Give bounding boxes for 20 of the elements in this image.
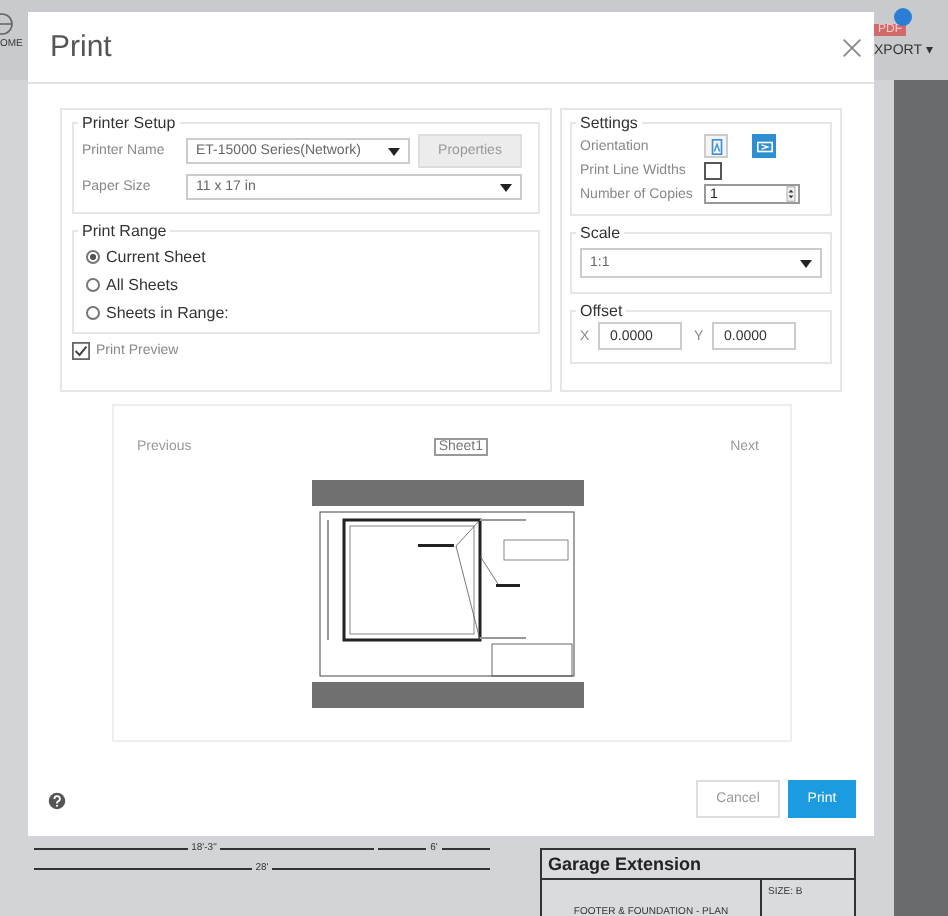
radio-option[interactable]: All Sheets — [82, 270, 530, 298]
line-widths-checkbox[interactable] — [704, 162, 722, 180]
spinner-icon[interactable] — [786, 186, 796, 202]
checkbox-icon[interactable] — [72, 342, 90, 360]
group-title: Scale — [578, 224, 623, 242]
radio-option[interactable]: Sheets in Range: — [82, 298, 530, 326]
caret-icon — [800, 259, 812, 267]
close-icon[interactable] — [842, 37, 862, 57]
landscape-button[interactable] — [752, 134, 776, 158]
group-title: Settings — [578, 114, 640, 132]
group-title: Printer Setup — [80, 114, 178, 132]
radio-option[interactable]: Current Sheet — [82, 242, 530, 270]
group-title: Print Range — [80, 222, 169, 240]
group-title: Offset — [578, 302, 625, 320]
caret-icon — [388, 147, 400, 155]
portrait-button[interactable] — [704, 134, 728, 158]
help-icon[interactable] — [48, 792, 66, 810]
dialog-title: Print — [50, 30, 112, 64]
drawing-title: Garage Extension — [542, 850, 854, 880]
caret-icon — [500, 183, 512, 191]
